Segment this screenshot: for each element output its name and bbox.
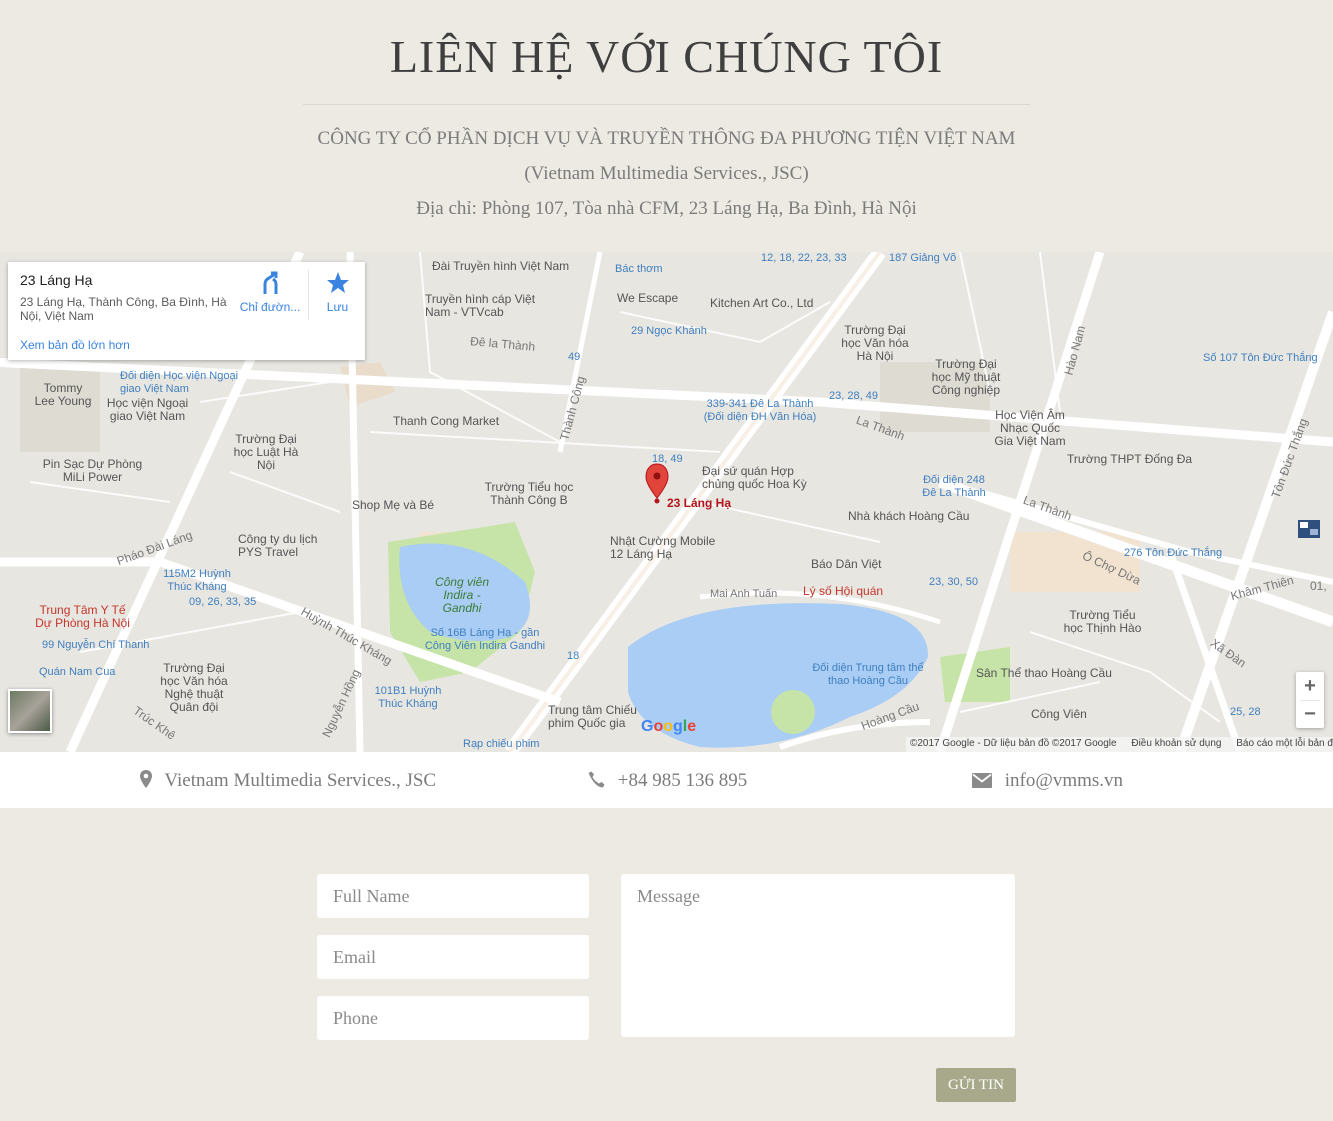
map-label: 01, bbox=[1310, 579, 1327, 593]
page-header: LIÊN HỆ VỚI CHÚNG TÔI CÔNG TY CỔ PHẦN DỊ… bbox=[0, 0, 1333, 252]
map-zoom-control: + − bbox=[1296, 672, 1324, 728]
map-label: Truyền hình cáp Việt Nam - VTVcab bbox=[425, 292, 536, 319]
map-label: Trung Tâm Y Tế Dự Phòng Hà Nội bbox=[35, 603, 130, 630]
page-title: LIÊN HỆ VỚI CHÚNG TÔI bbox=[389, 31, 944, 82]
save-place-button[interactable]: Lưu bbox=[308, 270, 366, 320]
map-label: Quán Nam Cua bbox=[39, 666, 116, 678]
map-label: 23, 30, 50 bbox=[929, 576, 978, 588]
map-label: Đại sứ quán Hợp chủng quốc Hoa Kỳ bbox=[702, 464, 807, 491]
company-name-en: (Vietnam Multimedia Services., JSC) bbox=[524, 163, 809, 184]
map-label: 18, 49 bbox=[652, 453, 683, 465]
contact-info-bar: Vietnam Multimedia Services., JSC +84 98… bbox=[0, 752, 1333, 808]
contact-phone: +84 985 136 895 bbox=[588, 770, 747, 792]
contact-email: info@vmms.vn bbox=[972, 770, 1123, 792]
map-label: 99 Nguyễn Chí Thanh bbox=[42, 639, 150, 651]
map-label: Trường Đại học Luật Hà Nội bbox=[233, 432, 299, 472]
terms-link[interactable]: Điều khoản sử dụng bbox=[1131, 738, 1221, 749]
map-label: 49 bbox=[568, 351, 581, 363]
map-label: 25, 28 bbox=[1230, 706, 1261, 718]
map-label: 23, 28, 49 bbox=[829, 390, 878, 402]
map-label: Tommy Lee Young bbox=[34, 381, 92, 408]
company-address: Địa chỉ: Phòng 107, Tòa nhà CFM, 23 Láng… bbox=[416, 198, 917, 219]
map-label: Báo Dân Việt bbox=[811, 557, 882, 571]
map-place-card: 23 Láng Hạ 23 Láng Hạ, Thành Công, Ba Đì… bbox=[8, 262, 365, 360]
map-label: Đối diện Học viện Ngoại giao Việt Nam bbox=[120, 370, 239, 395]
map-label: Nhà khách Hoàng Cầu bbox=[848, 509, 970, 523]
map-label: Công ty du lịch PYS Travel bbox=[238, 532, 318, 559]
save-place-label: Lưu bbox=[326, 300, 349, 314]
map-copyright: ©2017 Google - Dữ liệu bản đồ ©2017 Goog… bbox=[910, 738, 1117, 749]
map-label: 09, 26, 33, 35 bbox=[189, 596, 257, 608]
phone-input[interactable] bbox=[317, 996, 589, 1040]
zoom-in-button[interactable]: + bbox=[1296, 672, 1324, 700]
contact-email-text[interactable]: info@vmms.vn bbox=[1005, 770, 1123, 791]
envelope-icon bbox=[972, 773, 992, 788]
map-label: 276 Tôn Đức Thắng bbox=[1124, 547, 1223, 559]
map-label: Kitchen Art Co., Ltd bbox=[710, 296, 814, 310]
map-label: Nhật Cường Mobile 12 Láng Hạ bbox=[610, 534, 716, 561]
map-label: Đài Truyền hình Việt Nam bbox=[432, 259, 570, 273]
zoom-out-button[interactable]: − bbox=[1296, 700, 1324, 728]
message-textarea[interactable] bbox=[621, 874, 1015, 1037]
map-label: Mai Anh Tuấn bbox=[710, 588, 778, 600]
map-label: 12, 18, 22, 23, 33 bbox=[761, 252, 847, 264]
map-fullscreen-icon[interactable] bbox=[1296, 518, 1322, 540]
map-pin-label: 23 Láng Hạ bbox=[667, 496, 732, 510]
map-label: Trường Tiểu học Thịnh Hào bbox=[1063, 608, 1142, 635]
map-label: 187 Giảng Võ bbox=[889, 252, 957, 264]
map-label: 29 Ngọc Khánh bbox=[631, 325, 707, 337]
map-label: Pin Sạc Dự Phòng MiLi Power bbox=[42, 457, 143, 484]
view-larger-map-link[interactable]: Xem bản đồ lớn hơn bbox=[20, 338, 130, 352]
email-input[interactable] bbox=[317, 935, 589, 979]
map-label: 18 bbox=[567, 650, 580, 662]
report-error-link[interactable]: Báo cáo một lỗi bản đồ bbox=[1236, 738, 1333, 749]
map-label: Học Viện Âm Nhạc Quốc Gia Việt Nam bbox=[994, 408, 1066, 448]
map-label: Công Viên bbox=[1031, 707, 1087, 721]
map-label: Công viên Indira - Gandhi bbox=[434, 575, 490, 615]
directions-label: Chỉ đườn... bbox=[239, 300, 301, 314]
map-label: Số 16B Láng Hạ - gần Công Viên Indira Ga… bbox=[424, 627, 546, 652]
directions-icon bbox=[263, 271, 278, 294]
map-label: Trường Đại học Văn hóa Hà Nội bbox=[841, 323, 909, 363]
map-label: Đối diện Trung tâm thể thao Hoàng Cầu bbox=[812, 662, 924, 687]
place-address: 23 Láng Hạ, Thành Công, Ba Đình, Hà Nội,… bbox=[20, 295, 227, 323]
place-name: 23 Láng Hạ bbox=[20, 272, 93, 288]
map-label: We Escape bbox=[617, 291, 679, 305]
title-divider bbox=[303, 104, 1030, 105]
satellite-view-toggle[interactable] bbox=[8, 689, 52, 733]
map-label: Lý số Hội quán bbox=[803, 584, 884, 598]
map-label: Trung tâm Chiếu phim Quốc gia bbox=[548, 703, 637, 730]
contact-company-text: Vietnam Multimedia Services., JSC bbox=[164, 770, 437, 791]
phone-icon bbox=[588, 771, 605, 788]
map-label: Trường Đại học Văn hóa Nghệ thuật Quân đ… bbox=[160, 661, 228, 714]
map-label: 101B1 Huỳnh Thúc Kháng bbox=[374, 685, 442, 710]
map-label: Trường Tiểu học Thành Công B bbox=[484, 480, 574, 507]
map-label: Rạp chiếu phim bbox=[463, 738, 540, 750]
map-label: Sân Thể thao Hoàng Cầu bbox=[976, 666, 1112, 680]
map-label: 115M2 Huỳnh Thúc Kháng bbox=[163, 568, 231, 593]
map-label: 339-341 Đê La Thành (Đối diện ĐH Văn Hóa… bbox=[703, 398, 817, 423]
map-label: Shop Mẹ và Bé bbox=[352, 498, 435, 512]
contact-phone-text[interactable]: +84 985 136 895 bbox=[618, 770, 747, 791]
map-label: Thanh Cong Market bbox=[393, 414, 500, 428]
full-name-input[interactable] bbox=[317, 874, 589, 918]
map-label: Đối diện 248 Đê La Thành bbox=[922, 474, 986, 499]
map-label: Trường THPT Đống Đa bbox=[1067, 452, 1193, 466]
star-icon bbox=[326, 272, 349, 293]
map-label: Học viện Ngoại giao Việt Nam bbox=[106, 396, 189, 423]
map-label: Số 107 Tôn Đức Thắng bbox=[1203, 352, 1318, 364]
map-marker-icon bbox=[140, 770, 152, 788]
contact-company: Vietnam Multimedia Services., JSC bbox=[140, 770, 436, 792]
google-logo[interactable]: Google bbox=[641, 718, 696, 736]
zoom-divider bbox=[1300, 700, 1320, 701]
send-message-button[interactable]: GỬI TIN bbox=[936, 1068, 1016, 1102]
map-label: Bác thơm bbox=[615, 263, 663, 275]
company-name-vi: CÔNG TY CỔ PHẦN DỊCH VỤ VÀ TRUYỀN THÔNG … bbox=[317, 128, 1016, 149]
directions-button[interactable]: Chỉ đườn... bbox=[232, 270, 308, 314]
map-label: Trường Đại học Mỹ thuật Công nghiệp bbox=[931, 357, 1001, 397]
